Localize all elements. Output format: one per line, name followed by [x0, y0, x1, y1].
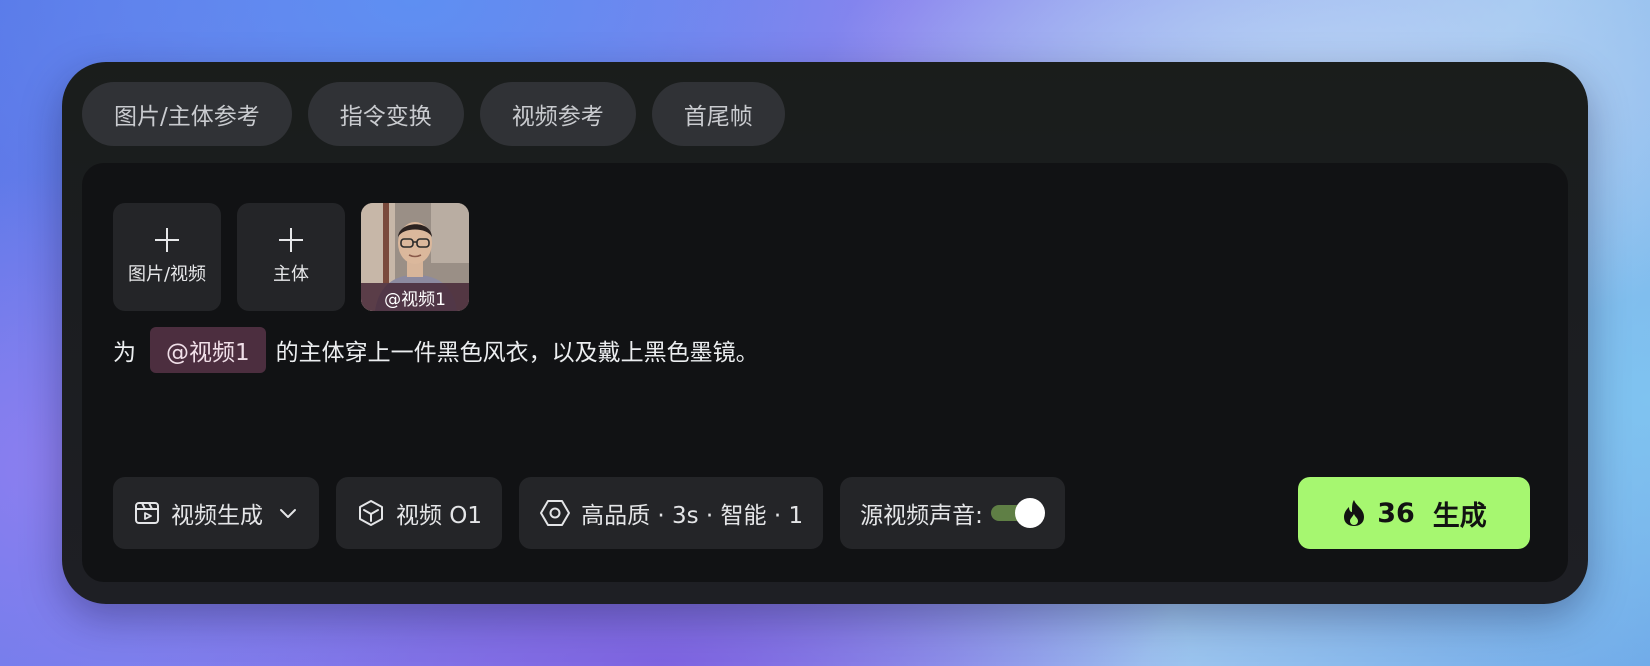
toggle-knob: [1014, 498, 1045, 528]
prompt-text[interactable]: 为 @视频1 的主体穿上一件黑色风衣，以及戴上黑色墨镜。: [113, 327, 759, 373]
generate-cost: 36: [1377, 497, 1415, 529]
video-icon: [135, 502, 159, 524]
video-thumbnail[interactable]: @视频1: [361, 203, 469, 311]
tab-first-last-frame[interactable]: 首尾帧: [651, 82, 785, 146]
quality-label: 高品质 · 3s · 智能 · 1: [581, 503, 804, 529]
generation-card: 图片/主体参考 指令变换 视频参考 首尾帧 图片/视频 主体 @视频1 为 @视…: [62, 62, 1588, 604]
cube-icon: [359, 500, 383, 526]
plus-icon: [155, 228, 179, 252]
flame-icon: [1344, 500, 1365, 526]
add-media-button[interactable]: 图片/视频: [113, 203, 221, 311]
add-media-label: 图片/视频: [127, 264, 207, 285]
tab-video-reference[interactable]: 视频参考: [479, 82, 636, 146]
settings-toolbar: 视频生成 视频 O1 高品质 · 3s · 智能 · 1 源视频声音:: [113, 477, 1065, 549]
add-subject-label: 主体: [273, 264, 309, 285]
model-label: 视频 O1: [396, 503, 483, 529]
thumbnail-label: @视频1: [361, 283, 469, 311]
mode-label: 视频生成: [171, 503, 263, 529]
generate-button[interactable]: 36 生成: [1298, 477, 1530, 549]
add-subject-button[interactable]: 主体: [237, 203, 345, 311]
mode-dropdown[interactable]: 视频生成: [113, 477, 319, 549]
plus-icon: [279, 228, 303, 252]
generate-label: 生成: [1432, 500, 1487, 532]
source-audio-toggle[interactable]: [989, 498, 1045, 528]
chevron-down-icon: [280, 509, 296, 518]
prompt-suffix: 的主体穿上一件黑色风衣，以及戴上黑色墨镜。: [275, 340, 759, 366]
upload-row: 图片/视频 主体 @视频1: [113, 203, 469, 311]
source-audio-setting: 源视频声音:: [840, 477, 1065, 549]
tab-instruction-transform[interactable]: 指令变换: [307, 82, 464, 146]
video-mention-chip[interactable]: @视频1: [150, 327, 266, 373]
settings-hexagon-icon: [540, 500, 571, 526]
reference-mode-tabs: 图片/主体参考 指令变换 视频参考 首尾帧: [82, 82, 785, 146]
prompt-prefix: 为: [113, 340, 136, 366]
source-audio-label: 源视频声音:: [860, 503, 983, 529]
model-selector[interactable]: 视频 O1: [336, 477, 503, 549]
tab-image-subject-reference[interactable]: 图片/主体参考: [82, 82, 292, 146]
prompt-panel: 图片/视频 主体 @视频1 为 @视频1 的主体穿上一件黑色风衣，以及戴上黑色墨…: [82, 163, 1568, 582]
quality-settings[interactable]: 高品质 · 3s · 智能 · 1: [519, 477, 824, 549]
